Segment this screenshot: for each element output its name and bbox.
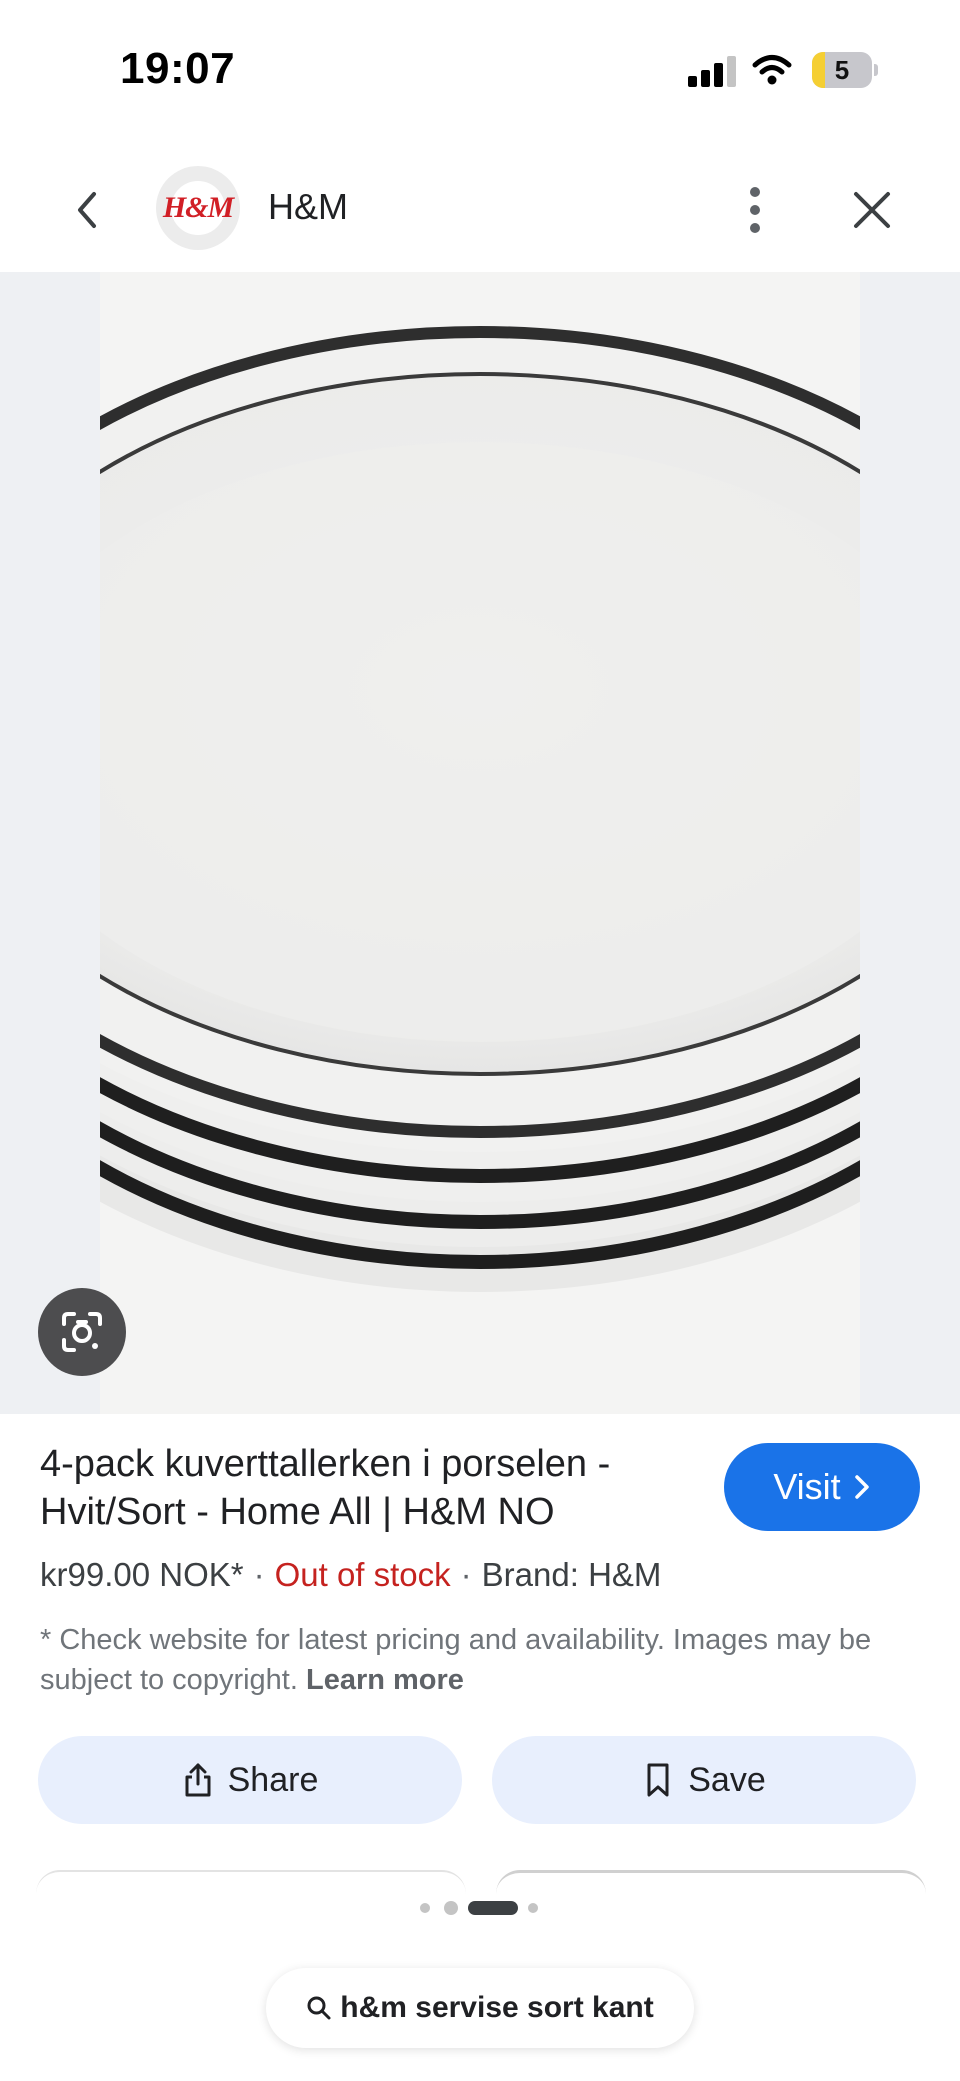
price: kr99.00 NOK* [40, 1556, 244, 1593]
wifi-icon [752, 55, 792, 85]
header: H&M H&M [0, 150, 960, 270]
lens-button[interactable] [38, 1288, 126, 1376]
share-icon [185, 1763, 211, 1797]
separator: · [460, 1556, 472, 1593]
more-vertical-icon[interactable] [740, 184, 770, 236]
battery-icon: 5 [812, 52, 878, 88]
disclaimer: * Check website for latest pricing and a… [40, 1620, 920, 1700]
separator: · [253, 1556, 265, 1593]
brand-name[interactable]: H&M [268, 186, 348, 228]
chevron-right-icon [854, 1475, 869, 1499]
product-title[interactable]: 4-pack kuverttallerken i porselen - Hvit… [40, 1440, 700, 1536]
stock-status: Out of stock [274, 1556, 451, 1593]
page-dot [420, 1903, 430, 1913]
visit-button-label: Visit [773, 1466, 841, 1507]
next-card-peek[interactable] [36, 1870, 466, 1900]
page-indicator [420, 1900, 540, 1916]
price-line: kr99.00 NOK* · Out of stock · Brand: H&M [40, 1556, 661, 1594]
learn-more-link[interactable]: Learn more [306, 1664, 464, 1696]
plates-illustration [100, 272, 860, 1414]
page-dot-active [468, 1901, 518, 1915]
product-image-area [0, 272, 960, 1414]
status-time: 19:07 [120, 44, 236, 93]
search-query-pill[interactable]: h&m servise sort kant [266, 1968, 694, 2048]
page-dot [528, 1903, 538, 1913]
google-lens-icon [62, 1312, 102, 1352]
save-button-label: Save [688, 1760, 766, 1799]
brand-logo: H&M [162, 191, 234, 224]
share-button-label: Share [227, 1760, 319, 1799]
battery-level: 5 [834, 55, 850, 85]
visit-button[interactable]: Visit [724, 1443, 920, 1531]
brand-label: Brand: H&M [481, 1556, 662, 1593]
bookmark-icon [647, 1763, 669, 1797]
chevron-left-icon[interactable] [68, 186, 108, 234]
search-query: h&m servise sort kant [340, 1991, 654, 2024]
share-button[interactable]: Share [38, 1736, 462, 1824]
next-card-peek[interactable] [496, 1870, 926, 1900]
close-icon[interactable] [850, 188, 894, 232]
cellular-signal-icon [688, 56, 736, 87]
status-bar: 19:07 5 [0, 0, 960, 140]
page-dot [444, 1901, 458, 1915]
save-button[interactable]: Save [492, 1736, 916, 1824]
product-image[interactable] [100, 272, 860, 1414]
brand-avatar[interactable]: H&M [156, 166, 240, 250]
search-icon [307, 1996, 331, 2020]
